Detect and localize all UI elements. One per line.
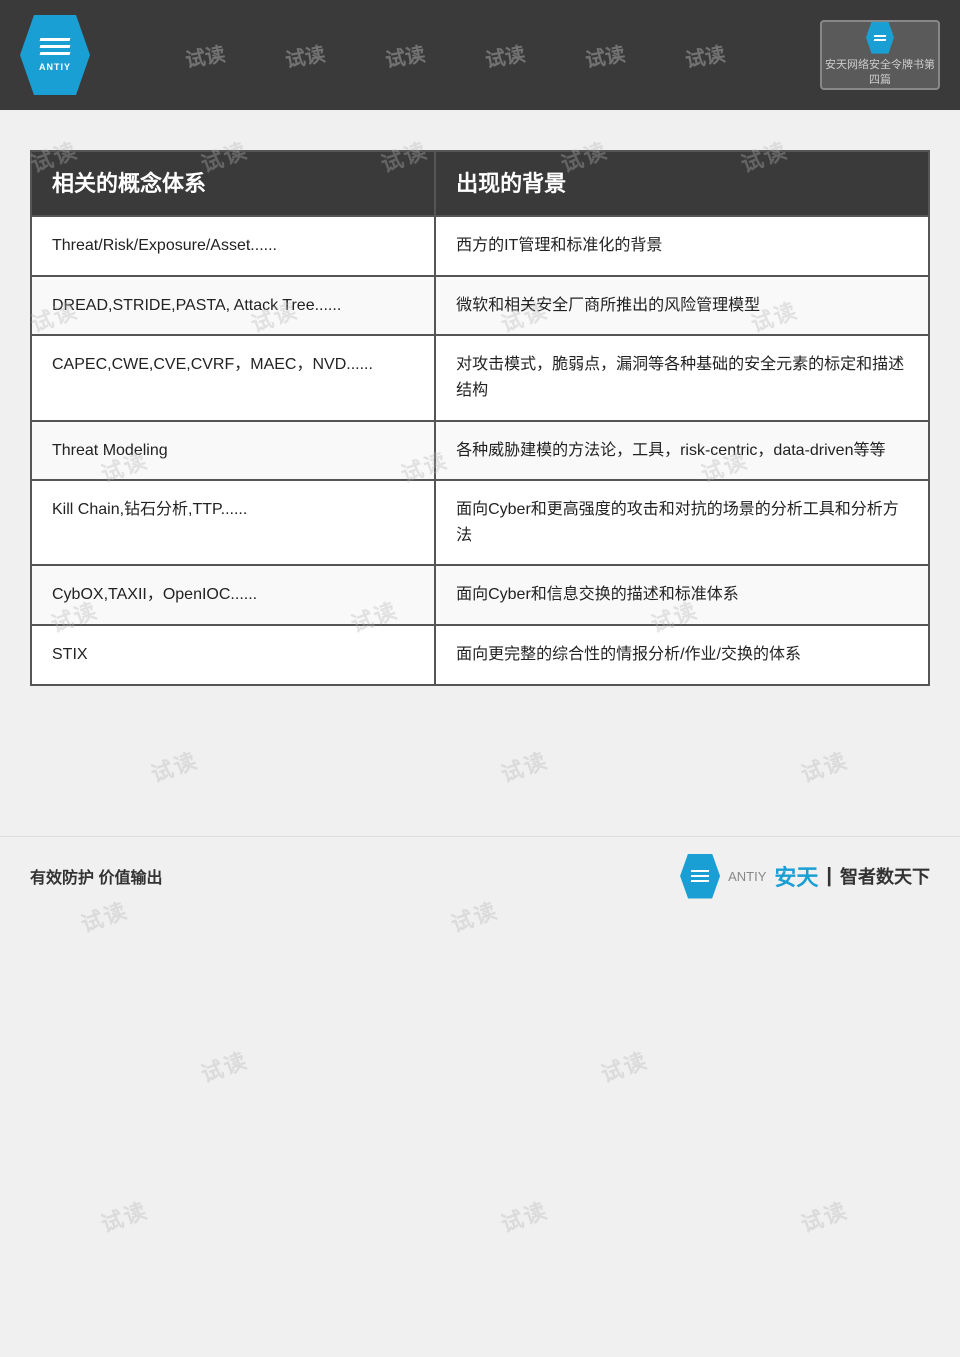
col1-header-text: 相关的概念体系	[52, 171, 206, 196]
row3-left: CAPEC,CWE,CVE,CVRF，MAEC，NVD......	[31, 335, 435, 420]
col2-header: 出现的背景	[435, 151, 929, 216]
footer-hex-line-1	[691, 870, 710, 872]
watermark: 试读	[146, 743, 202, 789]
footer-brand-sub: 智者数天下	[840, 863, 930, 889]
table-row: Kill Chain,钻石分析,TTP...... 面向Cyber和更高强度的攻…	[31, 480, 929, 565]
header-right-icon	[866, 22, 894, 54]
header: ANTIY 试读 试读 试读 试读 试读 试读 安天网络安全令牌书第四篇	[0, 0, 960, 110]
row2-left-text: DREAD,STRIDE,PASTA, Attack Tree......	[52, 297, 341, 314]
row6-left: CybOX,TAXII，OpenIOC......	[31, 565, 435, 625]
logo-lines	[40, 38, 70, 55]
watermark: 试读	[196, 1043, 252, 1089]
footer-hex-line-2	[691, 875, 710, 877]
row7-left-text: STIX	[52, 646, 88, 663]
row2-left: DREAD,STRIDE,PASTA, Attack Tree......	[31, 276, 435, 336]
antiy-logo: ANTIY	[20, 15, 90, 95]
row4-left: Threat Modeling	[31, 421, 435, 481]
footer: 有效防护 价值输出 ANTIY 安天 | 智者数天下	[0, 836, 960, 916]
header-wm-5: 试读	[583, 37, 627, 73]
footer-hex-lines	[691, 870, 709, 882]
footer-antiy-label: ANTIY	[728, 869, 766, 884]
table-row: CybOX,TAXII，OpenIOC...... 面向Cyber和信息交换的描…	[31, 565, 929, 625]
row5-right: 面向Cyber和更高强度的攻击和对抗的场景的分析工具和分析方法	[435, 480, 929, 565]
table-row: Threat Modeling 各种威胁建模的方法论，工具，risk-centr…	[31, 421, 929, 481]
antiy-text: ANTIY	[39, 62, 71, 72]
header-subtitle: 安天网络安全令牌书第四篇	[822, 58, 938, 89]
col1-header: 相关的概念体系	[31, 151, 435, 216]
col2-header-text: 出现的背景	[456, 171, 566, 196]
row4-right: 各种威胁建模的方法论，工具，risk-centric，data-driven等等	[435, 421, 929, 481]
header-wm-3: 试读	[383, 37, 427, 73]
header-right-logo: 安天网络安全令牌书第四篇	[820, 20, 940, 90]
watermark: 试读	[596, 1043, 652, 1089]
main-table: 相关的概念体系 出现的背景 Threat/Risk/Exposure/Asset…	[30, 150, 930, 686]
row6-left-text: CybOX,TAXII，OpenIOC......	[52, 586, 257, 603]
row6-right-text: 面向Cyber和信息交换的描述和标准体系	[456, 586, 739, 603]
row5-right-text: 面向Cyber和更高强度的攻击和对抗的场景的分析工具和分析方法	[456, 501, 899, 544]
row1-right-text: 西方的IT管理和标准化的背景	[456, 237, 662, 254]
footer-brand-main: 安天	[774, 860, 818, 892]
header-watermarks: 试读 试读 试读 试读 试读 试读	[185, 41, 725, 70]
table-header-row: 相关的概念体系 出现的背景	[31, 151, 929, 216]
logo-line-2	[40, 45, 71, 48]
row3-right: 对攻击模式，脆弱点，漏洞等各种基础的安全元素的标定和描述结构	[435, 335, 929, 420]
table-row: Threat/Risk/Exposure/Asset...... 西方的IT管理…	[31, 216, 929, 276]
logo-area: ANTIY	[20, 15, 90, 95]
footer-left-text: 有效防护 价值输出	[30, 864, 162, 888]
row2-right-text: 微软和相关安全厂商所推出的风险管理模型	[456, 297, 760, 314]
watermark: 试读	[496, 1193, 552, 1239]
row7-right-text: 面向更完整的综合性的情报分析/作业/交换的体系	[456, 646, 801, 663]
footer-separator: |	[826, 865, 832, 888]
table-row: CAPEC,CWE,CVE,CVRF，MAEC，NVD...... 对攻击模式，…	[31, 335, 929, 420]
row4-left-text: Threat Modeling	[52, 442, 168, 459]
footer-hex-line-3	[691, 880, 710, 882]
main-content: 相关的概念体系 出现的背景 Threat/Risk/Exposure/Asset…	[0, 110, 960, 716]
header-wm-1: 试读	[183, 37, 227, 73]
footer-logo: ANTIY 安天 | 智者数天下	[680, 854, 930, 899]
table-row: DREAD,STRIDE,PASTA, Attack Tree...... 微软…	[31, 276, 929, 336]
table-row: STIX 面向更完整的综合性的情报分析/作业/交换的体系	[31, 625, 929, 685]
row6-right: 面向Cyber和信息交换的描述和标准体系	[435, 565, 929, 625]
watermark: 试读	[796, 743, 852, 789]
row3-right-text: 对攻击模式，脆弱点，漏洞等各种基础的安全元素的标定和描述结构	[456, 356, 904, 399]
footer-antiy-hex	[680, 854, 720, 899]
row5-left-text: Kill Chain,钻石分析,TTP......	[52, 501, 247, 518]
row5-left: Kill Chain,钻石分析,TTP......	[31, 480, 435, 565]
watermark: 试读	[796, 1193, 852, 1239]
row4-right-text: 各种威胁建模的方法论，工具，risk-centric，data-driven等等	[456, 442, 885, 459]
row7-right: 面向更完整的综合性的情报分析/作业/交换的体系	[435, 625, 929, 685]
watermark: 试读	[496, 743, 552, 789]
header-wm-4: 试读	[483, 37, 527, 73]
row1-right: 西方的IT管理和标准化的背景	[435, 216, 929, 276]
watermark: 试读	[96, 1193, 152, 1239]
row1-left: Threat/Risk/Exposure/Asset......	[31, 216, 435, 276]
row3-left-text: CAPEC,CWE,CVE,CVRF，MAEC，NVD......	[52, 356, 373, 373]
logo-line-3	[40, 52, 71, 55]
header-wm-2: 试读	[283, 37, 327, 73]
row7-left: STIX	[31, 625, 435, 685]
logo-line-1	[40, 38, 71, 41]
row2-right: 微软和相关安全厂商所推出的风险管理模型	[435, 276, 929, 336]
row1-left-text: Threat/Risk/Exposure/Asset......	[52, 237, 277, 254]
header-wm-6: 试读	[683, 37, 727, 73]
